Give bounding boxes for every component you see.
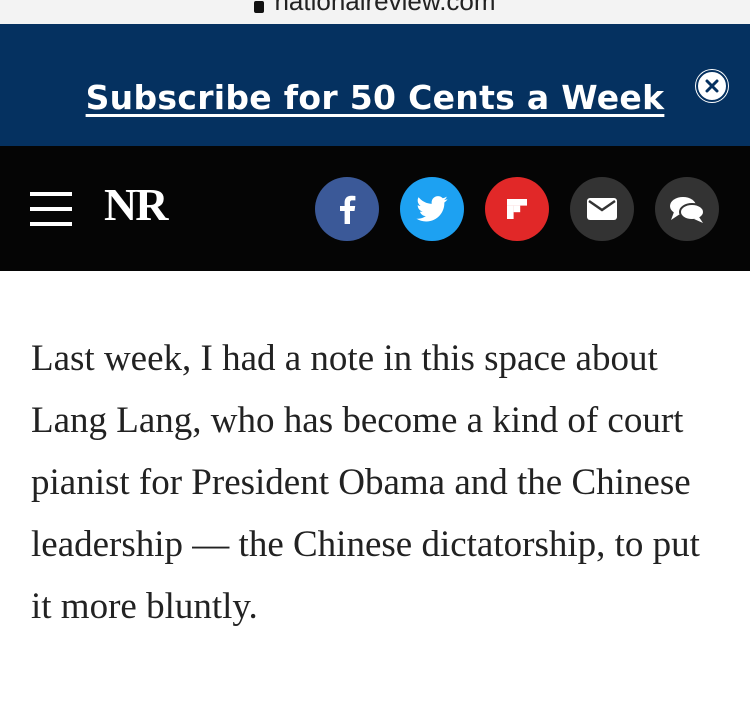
share-facebook-button[interactable] [315, 177, 379, 241]
hamburger-menu-icon [30, 207, 72, 211]
site-header: NR [0, 146, 750, 271]
share-email-button[interactable] [570, 177, 634, 241]
hamburger-menu-button[interactable] [30, 190, 72, 228]
comments-button[interactable] [655, 177, 719, 241]
twitter-icon [416, 196, 448, 222]
hamburger-menu-icon [30, 192, 72, 196]
url-text: nationalreview.com [274, 0, 496, 16]
url-display[interactable]: nationalreview.com [0, 0, 750, 17]
flipboard-icon [507, 199, 527, 219]
article-paragraph: Last week, I had a note in this space ab… [31, 338, 700, 627]
close-circle-icon [705, 79, 719, 93]
share-flipboard-button[interactable] [485, 177, 549, 241]
facebook-icon [340, 195, 356, 224]
site-logo[interactable]: NR [104, 182, 168, 228]
share-twitter-button[interactable] [400, 177, 464, 241]
subscribe-banner: Subscribe for 50 Cents a Week [0, 24, 750, 146]
hamburger-menu-icon [30, 222, 72, 226]
browser-url-bar[interactable]: nationalreview.com [0, 0, 750, 24]
email-icon [587, 198, 617, 220]
close-banner-button[interactable] [696, 70, 728, 102]
lock-icon [254, 1, 265, 14]
subscribe-link[interactable]: Subscribe for 50 Cents a Week [0, 81, 750, 114]
comments-icon [670, 197, 705, 223]
